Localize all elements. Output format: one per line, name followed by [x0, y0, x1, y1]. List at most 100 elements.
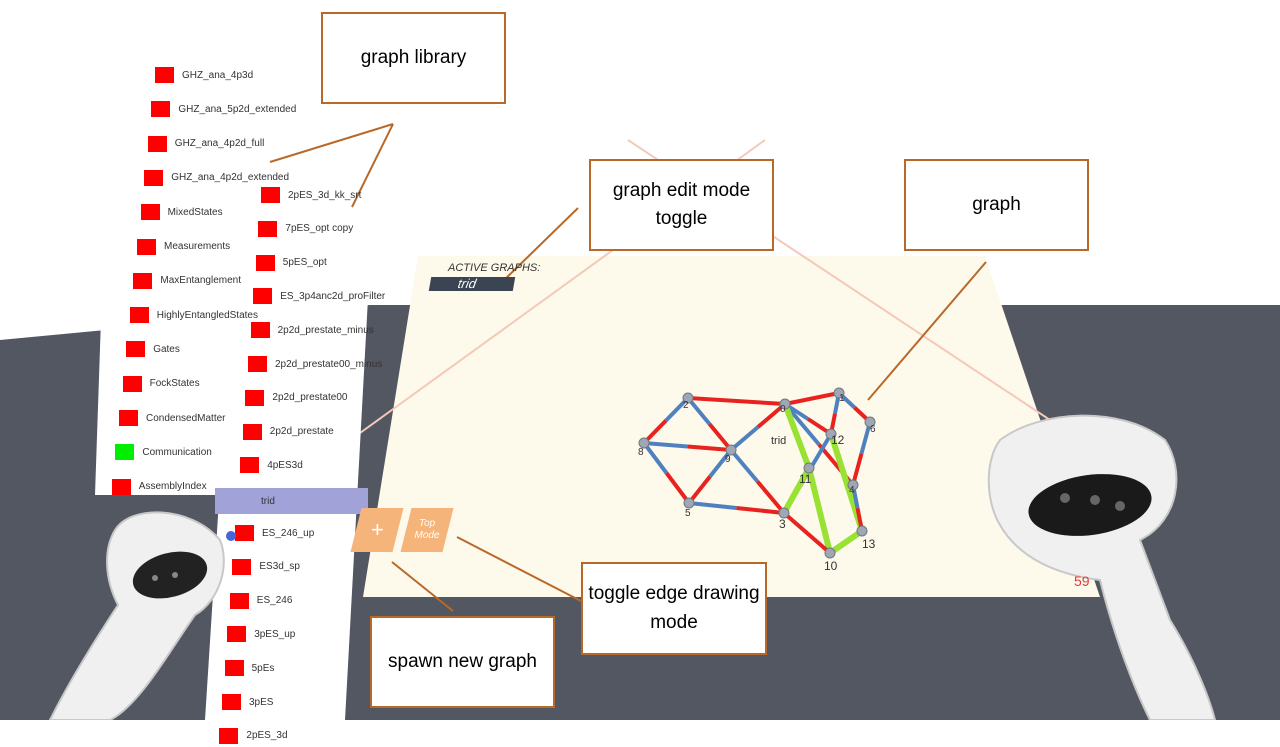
- library-item[interactable]: HighlyEntangledStates: [129, 304, 258, 326]
- graph-node-label: 0: [780, 404, 786, 415]
- active-graphs-label: ACTIVE GRAPHS:: [448, 262, 541, 274]
- library-item[interactable]: FockStates: [122, 373, 200, 395]
- library-item[interactable]: 3pES: [222, 691, 273, 713]
- library-item-label: 2p2d_prestate: [269, 426, 334, 438]
- library-item[interactable]: 7pES_opt copy: [258, 218, 353, 240]
- library-item[interactable]: GHZ_ana_5p2d_extended: [151, 98, 296, 120]
- top-mode-label: Top Mode: [414, 518, 440, 541]
- library-item[interactable]: 4pES3d: [240, 454, 303, 476]
- library-item[interactable]: 2p2d_prestate_minus: [250, 319, 374, 341]
- library-item[interactable]: MaxEntanglement: [133, 270, 241, 292]
- library-item[interactable]: 2p2d_prestate: [242, 421, 334, 443]
- library-item-label: ES_246_up: [262, 527, 315, 539]
- callout-graph: graph: [904, 159, 1089, 251]
- library-item-label: 4pES3d: [267, 459, 303, 471]
- graph-node-dot: [824, 547, 836, 559]
- library-item-label: FockStates: [149, 378, 200, 390]
- library-item[interactable]: AssemblyIndex: [111, 476, 207, 498]
- red-swatch-icon: [119, 410, 138, 426]
- graph-node-label: 10: [824, 559, 838, 573]
- red-swatch-icon: [261, 187, 280, 203]
- library-item[interactable]: 3pES_up: [227, 623, 295, 645]
- red-swatch-icon: [235, 525, 254, 541]
- graph-node-label: 2: [683, 400, 689, 411]
- callout-graph-library: graph library: [321, 12, 506, 104]
- graph-node-label: 1: [839, 393, 845, 404]
- red-swatch-icon: [224, 660, 244, 677]
- library-item-label: HighlyEntangledStates: [156, 309, 258, 321]
- library-item[interactable]: MixedStates: [140, 201, 223, 223]
- red-swatch-icon: [229, 592, 249, 609]
- red-swatch-icon: [155, 67, 174, 83]
- graph-node-dot: [683, 497, 695, 509]
- library-item-label: ES_246: [256, 595, 293, 607]
- library-item-label: 5pEs: [251, 662, 275, 674]
- graph-node-label: 8: [638, 447, 644, 458]
- callout-edit-mode: graph edit mode toggle: [589, 159, 774, 251]
- active-graph-tab[interactable]: trid: [428, 276, 516, 291]
- library-item[interactable]: ES_246_up: [235, 522, 314, 544]
- library-item-label: GHZ_ana_5p2d_extended: [178, 103, 297, 115]
- red-swatch-icon: [232, 558, 252, 575]
- library-item-label: MaxEntanglement: [160, 275, 241, 287]
- library-item[interactable]: Gates: [126, 338, 180, 360]
- red-swatch-icon: [129, 307, 149, 324]
- red-swatch-icon: [133, 272, 153, 289]
- graph-node-label: 5: [685, 508, 691, 519]
- red-swatch-icon: [144, 169, 164, 186]
- red-swatch-icon: [122, 375, 142, 392]
- library-item[interactable]: 2p2d_prestate00: [245, 387, 347, 409]
- red-swatch-icon: [126, 341, 146, 358]
- callout-leader: [269, 123, 394, 163]
- library-item-label: CondensedMatter: [146, 412, 226, 424]
- library-item-label: AssemblyIndex: [138, 481, 207, 493]
- frame-counter: 59: [1074, 573, 1090, 589]
- library-item-label: Measurements: [164, 241, 231, 252]
- red-swatch-icon: [255, 254, 275, 271]
- graph-node-label: 9: [725, 454, 731, 465]
- red-swatch-icon: [151, 101, 171, 118]
- green-swatch-icon: [115, 444, 135, 461]
- library-item[interactable]: CondensedMatter: [119, 407, 226, 429]
- library-item-label: 3pES: [249, 696, 274, 708]
- library-item[interactable]: GHZ_ana_4p3d: [155, 64, 253, 86]
- library-item[interactable]: trid: [215, 488, 368, 515]
- pointer-cursor: [226, 531, 236, 541]
- library-item[interactable]: Communication: [115, 441, 212, 463]
- red-swatch-icon: [147, 135, 167, 152]
- red-swatch-icon: [137, 238, 156, 255]
- red-swatch-icon: [222, 694, 241, 710]
- library-item-label: Communication: [142, 446, 212, 458]
- library-item[interactable]: ES_246: [229, 590, 293, 612]
- red-swatch-icon: [245, 389, 265, 406]
- library-item-label: GHZ_ana_4p2d_extended: [171, 172, 290, 184]
- graph-node-label: 3: [779, 517, 786, 531]
- library-item[interactable]: GHZ_ana_4p2d_full: [147, 133, 264, 155]
- library-item[interactable]: Measurements: [137, 236, 230, 258]
- spawn-graph-label: +: [370, 517, 384, 542]
- library-item[interactable]: 5pES_opt: [255, 252, 327, 274]
- library-item[interactable]: 2pES_3d: [219, 725, 288, 747]
- library-item[interactable]: ES_3p4anc2d_proFilter: [253, 285, 385, 307]
- graph-node-label: 13: [862, 537, 876, 551]
- library-item-label: trid: [261, 495, 275, 507]
- library-item[interactable]: 2pES_3d_kk_srt: [261, 184, 361, 206]
- red-swatch-icon: [111, 478, 131, 495]
- library-item-label: MixedStates: [167, 206, 223, 218]
- red-swatch-icon: [250, 322, 270, 339]
- red-swatch-icon: [219, 727, 239, 744]
- library-item[interactable]: 2p2d_prestate00_minus: [248, 353, 382, 375]
- library-item[interactable]: ES3d_sp: [232, 556, 300, 578]
- library-item-label: ES3d_sp: [259, 561, 300, 573]
- library-item-label: Gates: [153, 343, 180, 355]
- red-swatch-icon: [258, 220, 278, 237]
- library-item-label: 2pES_3d_kk_srt: [288, 189, 362, 201]
- graph-node-label: 6: [870, 424, 876, 435]
- callout-spawn: spawn new graph: [370, 616, 555, 708]
- graph-name-label: trid: [771, 435, 786, 447]
- library-item-label: 2pES_3d: [246, 730, 288, 742]
- library-item[interactable]: 5pEs: [224, 657, 275, 679]
- red-swatch-icon: [253, 288, 273, 305]
- graph-node-label: 12: [831, 433, 845, 447]
- library-item-label: GHZ_ana_4p3d: [182, 69, 254, 81]
